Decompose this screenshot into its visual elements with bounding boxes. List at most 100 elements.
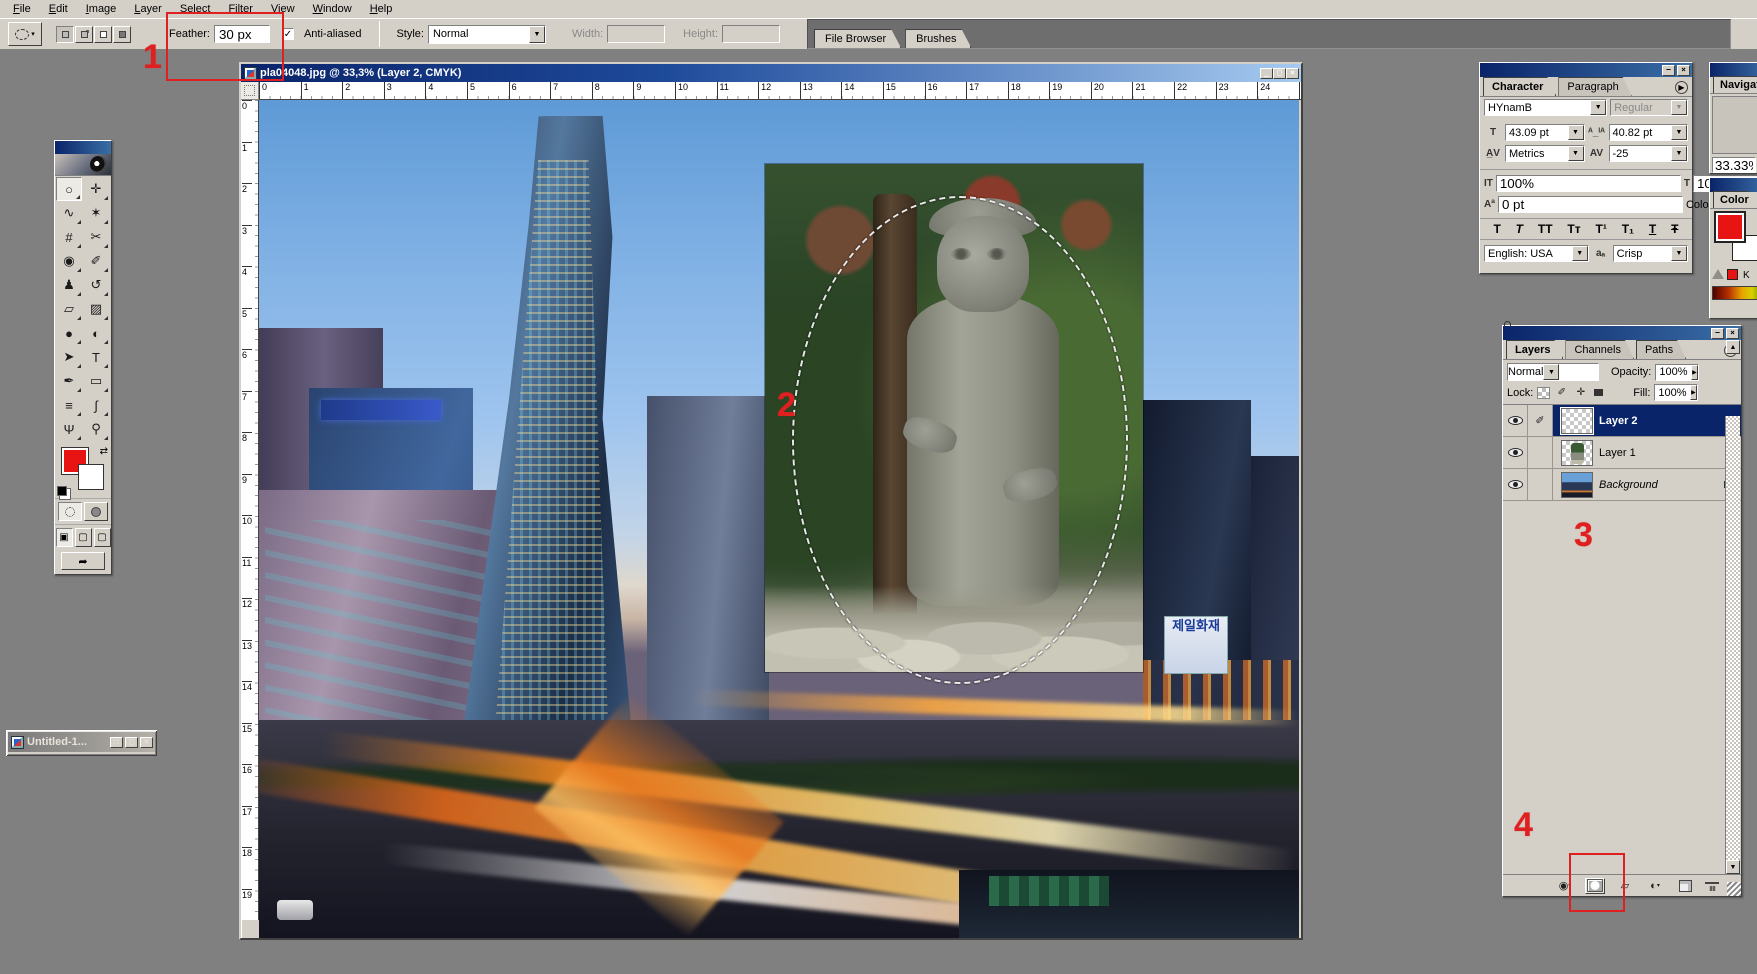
menu-item[interactable]: Image [77, 1, 126, 17]
character-panel-titlebar[interactable]: − × [1480, 63, 1692, 77]
delete-layer-button[interactable]: ıııı [1705, 882, 1719, 893]
tab-paragraph[interactable]: Paragraph [1558, 77, 1631, 96]
resize-grip[interactable] [1727, 882, 1741, 896]
faux-style-button[interactable]: T [1491, 222, 1502, 236]
menu-item[interactable]: Edit [40, 1, 77, 17]
tool-preset-picker[interactable]: ▾ [8, 22, 42, 46]
tool-button[interactable]: ↺ [83, 273, 109, 297]
close-button[interactable]: × [1286, 68, 1299, 79]
toolbox-titlebar[interactable] [55, 141, 111, 154]
layer-thumbnail[interactable] [1561, 440, 1593, 466]
tool-button[interactable]: ○ [56, 177, 82, 201]
width-input[interactable] [607, 25, 665, 43]
faux-style-button[interactable]: T¹ [1594, 222, 1609, 236]
layer-row-layer2[interactable]: ✐ Layer 2 [1503, 405, 1741, 437]
quick-mask-mode-button[interactable] [84, 502, 108, 521]
gamut-color-chip[interactable] [1727, 269, 1738, 280]
add-to-selection-button[interactable] [75, 26, 93, 43]
tracking-dropdown[interactable]: -25 ▼ [1609, 145, 1689, 162]
dropdown-arrow-icon[interactable]: ▼ [1568, 146, 1584, 161]
color-ramp[interactable] [1712, 286, 1757, 300]
kerning-dropdown[interactable]: Metrics ▼ [1505, 145, 1585, 162]
standard-screen-button[interactable]: ▣ [56, 528, 73, 547]
tool-button[interactable]: ✂ [83, 225, 109, 249]
intersect-selection-button[interactable] [113, 26, 131, 43]
slider-arrow-icon[interactable]: ▶ [1690, 385, 1698, 400]
lock-position-icon[interactable]: ✛ [1573, 386, 1588, 400]
tool-button[interactable]: # [56, 225, 82, 249]
maximize-button[interactable]: □ [1273, 68, 1286, 79]
lock-transparency-icon[interactable] [1537, 387, 1550, 399]
swap-colors-icon[interactable]: ⇄ [100, 446, 108, 457]
font-family-dropdown[interactable]: HYnamB ▼ [1484, 99, 1607, 116]
vertical-scale-input[interactable] [1496, 175, 1681, 192]
maximize-button[interactable]: □ [125, 737, 138, 748]
visibility-toggle[interactable] [1503, 437, 1528, 468]
fullscreen-menubar-button[interactable]: ▢ [75, 528, 92, 547]
tool-button[interactable]: ➤ [56, 345, 82, 369]
scroll-down-button[interactable]: ▼ [1726, 860, 1740, 874]
jump-to-imageready-button[interactable]: ➦ [61, 552, 105, 570]
tab-layers[interactable]: Layers [1506, 340, 1563, 359]
new-selection-button[interactable] [56, 26, 74, 43]
close-button[interactable]: × [1677, 65, 1690, 76]
palette-well-tab[interactable]: Brushes [905, 29, 971, 48]
tab-paths[interactable]: Paths [1636, 340, 1686, 359]
tool-button[interactable]: ▭ [83, 369, 109, 393]
ruler-origin-box[interactable] [241, 82, 259, 100]
subtract-from-selection-button[interactable] [94, 26, 112, 43]
default-colors-icon[interactable] [57, 486, 67, 496]
language-dropdown[interactable]: English: USA ▼ [1484, 245, 1589, 262]
menu-item[interactable]: Layer [125, 1, 171, 17]
faux-style-button[interactable]: T [1647, 222, 1658, 236]
vertical-ruler[interactable]: 01234567891011121314151617181920 [241, 100, 259, 920]
tool-button[interactable]: ✛ [83, 177, 109, 201]
color-titlebar[interactable] [1710, 178, 1757, 192]
foreground-color-swatch[interactable] [1716, 213, 1744, 241]
close-button[interactable]: × [140, 737, 153, 748]
tool-button[interactable]: T [83, 345, 109, 369]
dropdown-arrow-icon[interactable]: ▼ [1671, 125, 1687, 140]
restore-button[interactable]: ❐ [110, 737, 123, 748]
tool-button[interactable]: ● [56, 321, 82, 345]
tool-button[interactable]: ◉ [56, 249, 82, 273]
layer-thumbnail[interactable] [1561, 472, 1593, 498]
tool-button[interactable]: ✶ [83, 201, 109, 225]
tab-character[interactable]: Character [1483, 77, 1556, 96]
slider-arrow-icon[interactable]: ▶ [1691, 365, 1699, 380]
height-input[interactable] [722, 25, 780, 43]
gamut-warning-icon[interactable] [1712, 269, 1724, 279]
dropdown-arrow-icon[interactable]: ▼ [1671, 246, 1687, 261]
font-style-dropdown[interactable]: Regular ▼ [1610, 99, 1688, 116]
dropdown-arrow-icon[interactable]: ▼ [1671, 146, 1687, 161]
minimize-button[interactable]: − [1711, 328, 1724, 339]
dropdown-arrow-icon[interactable]: ▼ [1572, 246, 1588, 261]
faux-style-button[interactable]: Tᴛ [1565, 222, 1582, 236]
new-layer-button[interactable] [1675, 878, 1695, 894]
baseline-shift-input[interactable] [1498, 196, 1683, 213]
minimize-button[interactable]: _ [1260, 68, 1273, 79]
dropdown-arrow-icon[interactable]: ▼ [1543, 364, 1559, 380]
layer-name[interactable]: Layer 2 [1599, 415, 1638, 427]
minimize-button[interactable]: − [1662, 65, 1675, 76]
scroll-up-button[interactable]: ▲ [1726, 340, 1740, 354]
tab-color[interactable]: Color [1713, 191, 1757, 208]
tab-channels[interactable]: Channels [1565, 340, 1633, 359]
menu-item[interactable]: Help [361, 1, 402, 17]
menu-item[interactable]: Window [304, 1, 361, 17]
leading-dropdown[interactable]: 40.82 pt ▼ [1609, 124, 1689, 141]
close-button[interactable]: × [1726, 328, 1739, 339]
tool-button[interactable]: ✐ [83, 249, 109, 273]
style-dropdown[interactable]: Normal ▼ [428, 25, 546, 44]
new-adjustment-layer-button[interactable]: ◐▾ [1645, 878, 1665, 894]
canvas[interactable]: 제일화재 [259, 100, 1299, 938]
tool-button[interactable]: ◐ [83, 321, 109, 345]
visibility-toggle[interactable] [1503, 469, 1528, 500]
tool-button[interactable]: ✒ [56, 369, 82, 393]
minimized-titlebar[interactable]: Untitled-1... ❐ □ × [8, 732, 155, 752]
tab-navigator[interactable]: Navigat [1713, 76, 1757, 93]
opacity-field[interactable]: 100% ▶ [1655, 364, 1699, 381]
tool-button[interactable]: Ψ [56, 417, 82, 441]
tool-button[interactable]: ▱ [56, 297, 82, 321]
layer-name[interactable]: Background [1599, 479, 1658, 491]
